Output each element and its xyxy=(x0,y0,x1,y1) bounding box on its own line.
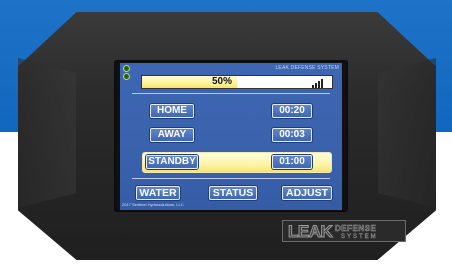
mode-standby-button[interactable]: STANDBY xyxy=(146,155,198,169)
status-led-1 xyxy=(123,65,130,72)
logo-main-text: LEAK xyxy=(287,222,333,242)
progress-bar: 50% xyxy=(141,75,333,89)
brand-label: LEAK DEFENSE SYSTEM xyxy=(275,65,339,71)
mode-away-button[interactable]: AWAY xyxy=(150,128,194,142)
status-leds xyxy=(123,65,130,81)
mode-home-button[interactable]: HOME xyxy=(150,104,194,118)
signal-bar xyxy=(321,79,323,88)
logo-system-text: SYSTEM xyxy=(341,234,378,240)
signal-bar xyxy=(312,85,314,88)
away-time-button[interactable]: 00:03 xyxy=(272,128,312,142)
signal-bar xyxy=(315,83,317,88)
logo-sub-text: DEFENSE xyxy=(335,224,377,234)
progress-label: 50% xyxy=(211,76,232,87)
device-right-facet xyxy=(378,58,436,208)
device-left-facet xyxy=(18,58,76,208)
signal-bar xyxy=(318,81,320,88)
standby-time-button[interactable]: 01:00 xyxy=(272,155,312,169)
divider-top xyxy=(132,93,330,94)
signal-strength-icon xyxy=(312,78,328,88)
adjust-button[interactable]: ADJUST xyxy=(282,186,332,200)
status-button[interactable]: STATUS xyxy=(209,186,257,200)
status-led-2 xyxy=(123,73,130,80)
water-button[interactable]: WATER xyxy=(136,186,180,200)
leak-defense-logo: LEAK DEFENSE SYSTEM xyxy=(282,220,406,242)
home-time-button[interactable]: 00:20 xyxy=(272,104,312,118)
divider-bottom xyxy=(132,178,330,179)
copyright-text: 2017 Sentinel Hydrosolutions, LLC xyxy=(122,202,184,207)
touch-screen: LEAK DEFENSE SYSTEM 50% HOME 00:20 AWAY … xyxy=(120,63,342,210)
